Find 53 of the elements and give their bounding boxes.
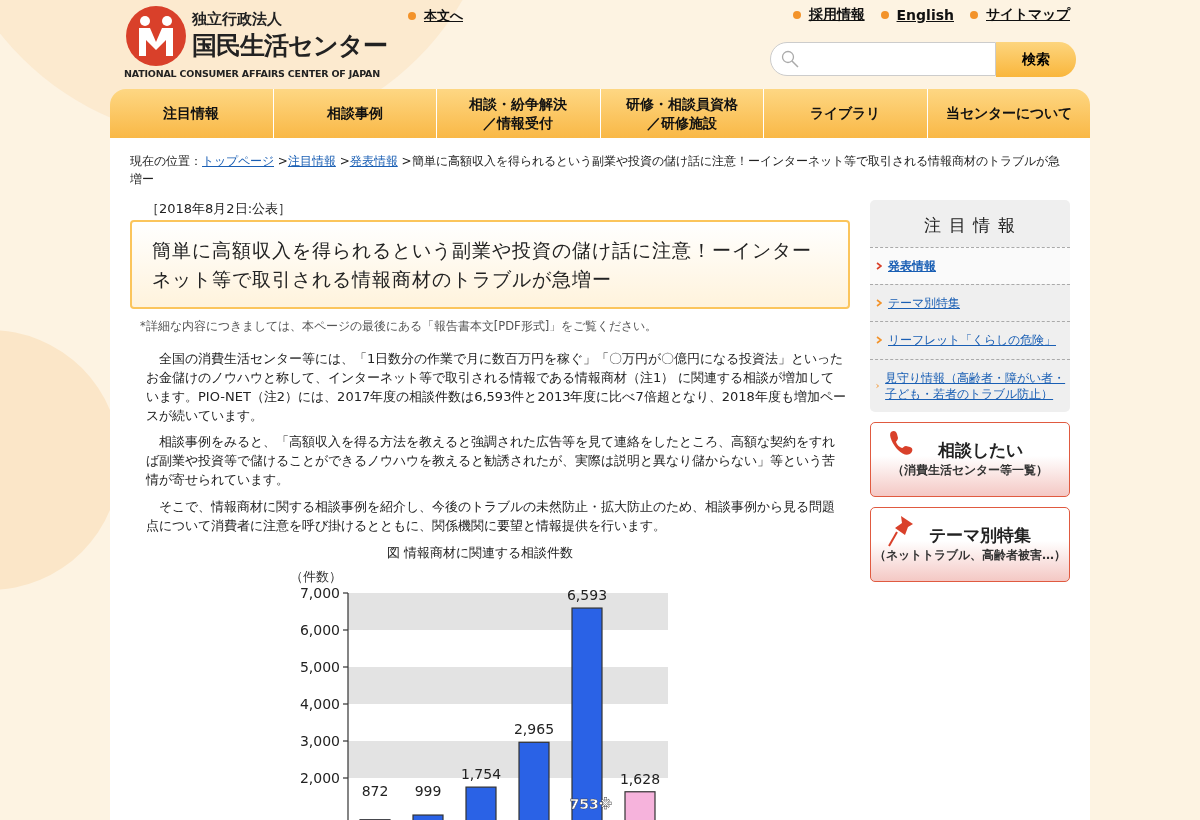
organization-name-english: NATIONAL CONSUMER AFFAIRS CENTER OF JAPAN [123,68,381,79]
tick-label: 2,000 [299,769,340,786]
phone-icon [887,428,915,457]
publish-date: ［2018年8月2日:公表］ [145,200,292,218]
value-label: 999 [414,782,442,799]
sidebar-title: 注 目 情 報 [923,214,1017,237]
value-label: 6,593 [566,586,608,603]
value-label: 1,628 [619,770,661,787]
tick-label: 3,000 [299,732,340,749]
search-field[interactable] [770,42,996,76]
skip-link[interactable]: 本文へ [424,7,463,25]
bullet-icon [792,11,801,19]
sidebar-item[interactable]: 発表情報 [870,247,1070,285]
note-text: *詳細な内容につきましては、本ページの最後にある「報告書本文[PDF形式]」をご覧ください。 [139,319,659,334]
tick-label: 5,000 [299,658,340,675]
chevron-icon [876,262,882,271]
breadcrumb-link[interactable]: トップページ [202,154,274,168]
pushpin-icon [887,513,915,548]
value-label: 2,965 [513,720,555,737]
tick-label: 7,000 [299,584,340,601]
chart-title: 図 情報商材に関連する相談件数 [385,543,575,562]
header-link[interactable]: English [896,7,954,23]
sidebar-item[interactable]: テーマ別特集 [870,284,1070,322]
chevron-icon [876,299,882,308]
chevron-icon [876,336,882,345]
organization-name: 国民生活センター [192,30,387,62]
header-link[interactable]: 採用情報 [808,6,865,24]
paragraph: そこで、情報商材に関する相談事例を紹介し、今後のトラブルの未然防止・拡大防止のため、相談事例から見る問題点について消費者に注意を呼び掛けるとともに、関係機関に要望と情報提供を行います。 [145,497,836,535]
article-title: 簡単に高額収入を得られるという副業や投資の儲け話に注意！ーインターネット等で取引される情報商材のトラブルが急増ー [130,220,850,309]
sidebar-item[interactable]: リーフレット「くらしの危険」 [870,321,1070,359]
search-icon [781,50,799,68]
banner-button[interactable]: テーマ別特集 （ネットトラブル、高齢者被害…） [870,506,1070,582]
logo-icon [126,6,186,66]
paragraph: 全国の消費生活センター等には、「1日数分の作業で月に数百万円を稼ぐ」「〇万円が〇億円になる投資法」といったお金儲けのノウハウと称して、インターネット等で取引される情報である情報商材（注1） に関連する相談が増加しています。PIO-NET（注2）には、2017年度の相談件数は6,593件と2013年度に比べ7倍超となり、2018年度も増加ペースが続いています。 [145,350,847,425]
y-axis-label: （件数） [290,568,342,584]
bullet-icon [970,11,978,19]
search-button[interactable]: 検索 [996,42,1076,77]
breadcrumb-link[interactable]: 発表情報 [349,154,398,168]
bullet-icon [408,12,416,20]
organization-type: 独立行政法人 [192,10,283,29]
tick-label: 6,000 [299,621,340,638]
paragraph: 相談事例をみると、「高額収入を得る方法を教えると強調された広告等を見て連絡をしたところ、高額な契約をすれば副業や投資等で儲けることができるノウハウを教えると勧誘されたが、実際は説明と異なり儲からない」等という苦情が寄せられています。 [145,433,836,490]
bullet-icon [880,11,889,19]
value-label: 872 [361,782,389,799]
nav-item[interactable]: 注目情報 [110,89,273,138]
value-label: 1,754 [460,765,502,782]
chevron-icon [876,381,880,390]
breadcrumb-link[interactable]: 注目情報 [287,154,336,168]
banner-button[interactable]: 相談したい （消費生活センター等一覧） [870,421,1070,497]
tick-label: 4,000 [299,695,340,712]
sidebar-item[interactable]: 見守り情報（高齢者・障がい者・子ども・若者のトラブル防止） [870,358,1070,412]
header-link[interactable]: サイトマップ [986,6,1070,24]
breadcrumb: 現在の位置：トップページ >注目情報 >発表情報 >簡単に高額収入を得られるという副業や投資の儲け話に注意！ーインターネット等で取引される情報商材のトラブルが急増ー [130,153,1061,188]
